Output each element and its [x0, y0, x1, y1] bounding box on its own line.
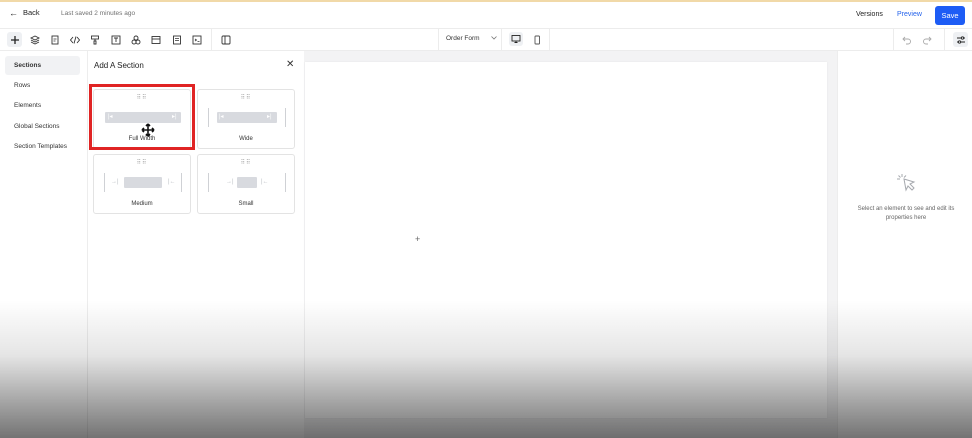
width-marker-icon: |◂ — [219, 114, 224, 120]
properties-panel — [837, 51, 972, 438]
move-cursor-icon — [141, 123, 155, 142]
terminal-icon[interactable] — [190, 33, 203, 46]
toolbar: Order Form — [0, 29, 972, 51]
sidebar-item-sections[interactable]: Sections — [5, 56, 80, 75]
chevron-down-icon — [490, 35, 497, 42]
back-label: Back — [23, 8, 40, 17]
toolbar-divider — [501, 29, 502, 50]
section-card-medium[interactable]: ⠿⠿ →| |← Medium — [93, 154, 191, 214]
save-status: Last saved 2 minutes ago — [61, 10, 136, 17]
columns-icon[interactable] — [219, 33, 232, 46]
drag-handle-icon: ⠿⠿ — [240, 95, 252, 101]
width-marker-icon: ▸| — [267, 114, 272, 120]
toolbar-divider — [549, 29, 550, 50]
page-edge-line — [285, 108, 286, 127]
form-icon[interactable] — [170, 33, 183, 46]
width-marker-icon: →| — [111, 179, 119, 185]
preview-link[interactable]: Preview — [897, 11, 922, 18]
layers-icon[interactable] — [28, 33, 41, 46]
page-edge-line — [285, 173, 286, 192]
versions-link[interactable]: Versions — [856, 11, 883, 18]
sidebar-item-elements[interactable]: Elements — [5, 96, 80, 115]
pages-icon[interactable] — [48, 33, 61, 46]
width-marker-icon: →| — [226, 179, 234, 185]
sidebar-nav: Sections Rows Elements Global Sections S… — [0, 51, 88, 438]
page-edge-line — [181, 173, 182, 192]
page-edge-line — [208, 108, 209, 127]
back-button[interactable]: ← Back — [9, 8, 40, 17]
drag-handle-icon: ⠿⠿ — [240, 160, 252, 166]
section-preview-bar — [237, 177, 257, 188]
width-marker-icon: |← — [168, 179, 176, 185]
page-canvas[interactable] — [305, 62, 827, 418]
section-card-label: Wide — [239, 136, 253, 142]
section-card-small[interactable]: ⠿⠿ →| |← Small — [197, 154, 295, 214]
form-select[interactable]: Order Form — [446, 35, 497, 42]
pointer-click-icon — [896, 172, 916, 192]
header: ← Back Last saved 2 minutes ago Versions… — [0, 2, 972, 29]
toolbar-divider — [893, 29, 894, 50]
toolbar-divider — [944, 29, 945, 50]
desktop-view-icon[interactable] — [509, 32, 523, 46]
drag-handle-icon: ⠿⠿ — [136, 160, 148, 166]
page-edge-line — [208, 173, 209, 192]
shapes-icon[interactable] — [129, 33, 142, 46]
undo-icon[interactable] — [900, 33, 913, 46]
width-marker-icon: |← — [261, 179, 269, 185]
text-icon[interactable] — [109, 33, 122, 46]
section-preview-bar — [124, 177, 162, 188]
add-section-plus[interactable]: + — [415, 234, 420, 244]
section-card-label: Medium — [131, 201, 153, 207]
sidebar-item-rows[interactable]: Rows — [5, 76, 80, 95]
toolbar-divider — [211, 29, 212, 50]
close-icon[interactable]: ✕ — [286, 60, 294, 70]
redo-icon[interactable] — [920, 33, 933, 46]
code-icon[interactable] — [68, 33, 81, 46]
panel-title: Add A Section — [94, 61, 144, 70]
section-icon[interactable] — [149, 33, 162, 46]
sidebar-item-section-templates[interactable]: Section Templates — [5, 137, 80, 156]
section-card-label: Small — [238, 201, 254, 207]
arrow-left-icon: ← — [9, 7, 18, 18]
paint-icon[interactable] — [88, 33, 101, 46]
settings-icon[interactable] — [953, 32, 968, 47]
toolbar-divider — [438, 29, 439, 50]
page-edge-line — [104, 173, 105, 192]
sidebar-item-global-sections[interactable]: Global Sections — [5, 117, 80, 136]
add-icon[interactable] — [7, 32, 22, 47]
form-select-value: Order Form — [446, 35, 480, 42]
section-card-wide[interactable]: ⠿⠿ |◂ ▸| Wide — [197, 89, 295, 149]
properties-empty-message: Select an element to see and edit its pr… — [857, 206, 955, 221]
mobile-view-icon[interactable] — [530, 33, 543, 46]
save-button[interactable]: Save — [935, 6, 965, 25]
